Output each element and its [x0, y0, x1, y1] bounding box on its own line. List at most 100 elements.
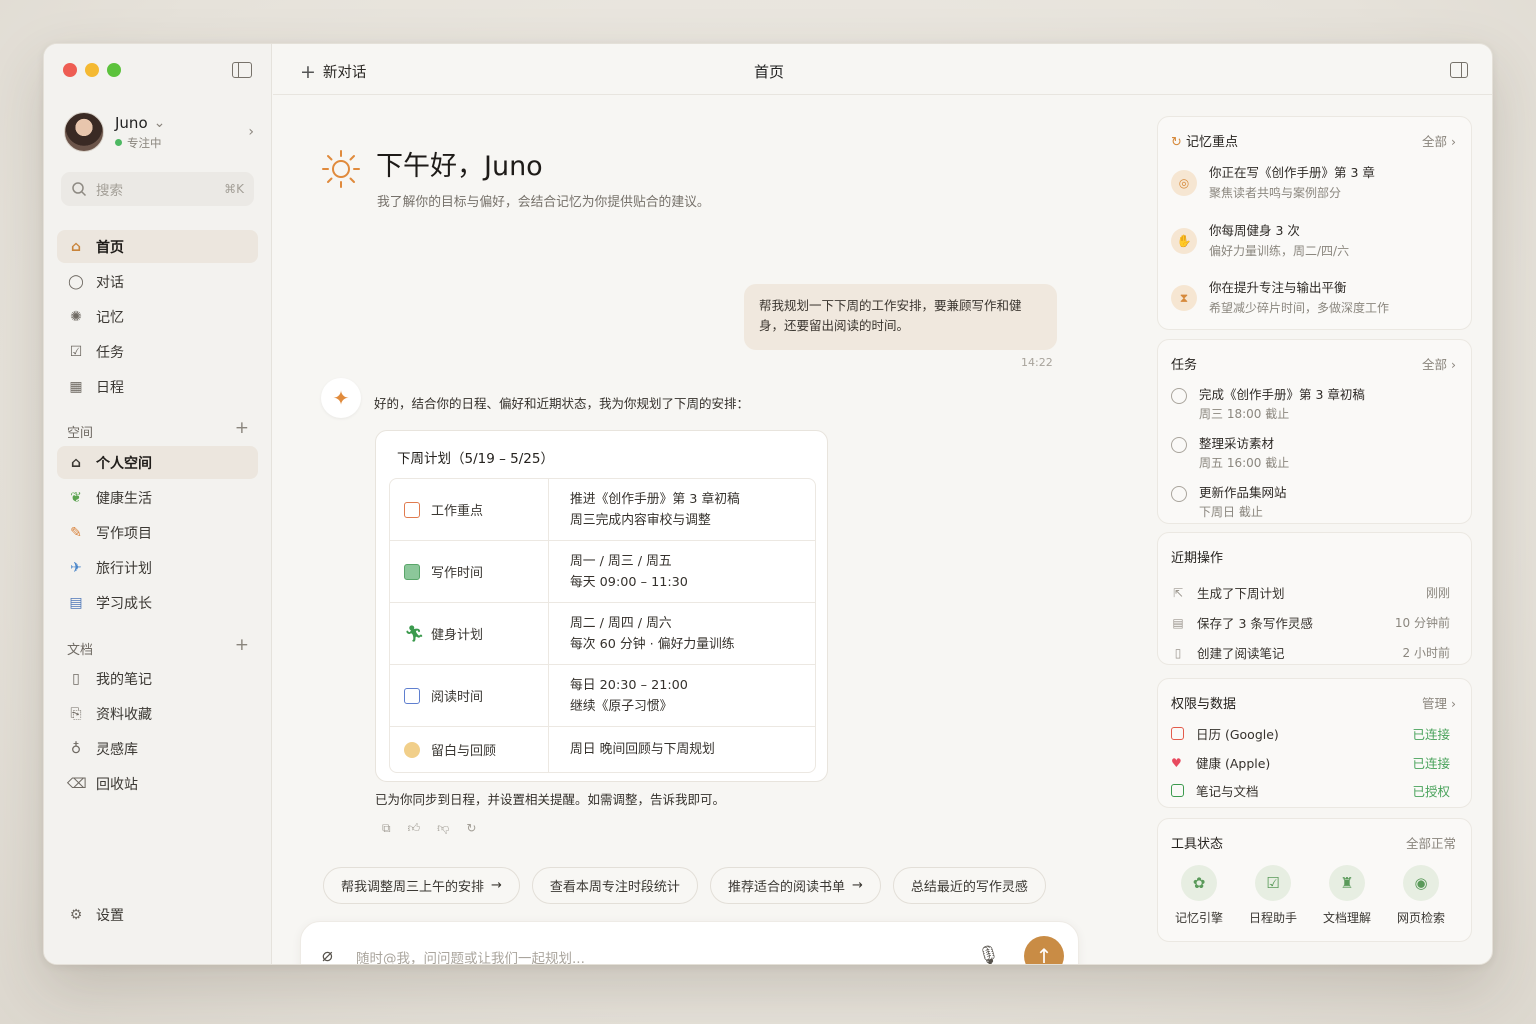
memory-item[interactable]: ◎ 你正在写《创作手册》第 3 章聚焦读者共鸣与案例部分 [1171, 163, 1375, 204]
minimize-window-button[interactable] [85, 63, 99, 77]
plan-table: 工作重点 推进《创作手册》第 3 章初稿 周三完成内容审校与调整 写作时间 周一 … [389, 478, 816, 773]
task-checkbox[interactable] [1171, 388, 1187, 404]
thumbs-up-icon[interactable]: 👍︎ [408, 821, 421, 836]
tool-memory-engine[interactable]: ✿ 记忆引擎 [1162, 865, 1236, 926]
recent-item[interactable]: ▯ 创建了阅读笔记 2 小时前 [1171, 643, 1450, 662]
add-doc-button[interactable]: + [235, 637, 249, 658]
assistant-intro: 好的，结合你的日程、偏好和近期状态，我为你规划了下周的安排： [374, 396, 750, 411]
task-checkbox[interactable] [1171, 437, 1187, 453]
task-checkbox[interactable] [1171, 486, 1187, 502]
task-item[interactable]: 更新作品集网站 下周日 截止 [1171, 483, 1287, 522]
memory-item[interactable]: ✋ 你每周健身 3 次偏好力量训练，周二/四/六 [1171, 221, 1349, 262]
permission-item[interactable]: 笔记与文档 已授权 [1171, 781, 1450, 800]
suggestion-chip[interactable]: 总结最近的写作灵感 [892, 867, 1046, 904]
composer-input[interactable]: 随时@我，问问题或让我们一起规划... [356, 947, 585, 964]
permission-item[interactable]: ♥ 健康 (Apple) 已连接 [1171, 753, 1450, 772]
doc-item-notes[interactable]: ▯ 我的笔记 [57, 662, 258, 695]
task-title: 整理采访素材 [1199, 436, 1275, 451]
microphone-icon[interactable]: 🎙︎ [977, 945, 1000, 964]
app-window: Juno ⌄ 专注中 › 搜索 ⌘K ⌂ 首页 ◯ 对话 ✺ 记忆 ☑ 任务 ▦ 日程 空间… [43, 43, 1493, 965]
settings-button[interactable]: ⚙ 设置 [67, 905, 124, 925]
task-item[interactable]: 整理采访素材 周五 16:00 截止 [1171, 434, 1289, 473]
docs-title: 文档 [67, 643, 94, 658]
plan-row-line1: 周二 / 周四 / 周六 [570, 615, 672, 631]
add-space-button[interactable]: + [235, 420, 249, 441]
memory-view-all[interactable]: 全部 › [1422, 131, 1456, 150]
space-item-learning[interactable]: ▤ 学习成长 [57, 586, 258, 619]
open-book-icon [404, 687, 420, 704]
profile-status: 专注中 [127, 135, 162, 150]
doc-item-trash[interactable]: ⌫ 回收站 [57, 767, 258, 800]
arrow-right-icon: → [491, 878, 502, 893]
nav-item-chat[interactable]: ◯ 对话 [57, 265, 258, 298]
hourglass-icon: ⧗ [1171, 285, 1197, 311]
permission-state: 已授权 [1412, 784, 1450, 799]
recent-item[interactable]: ⇱ 生成了下周计划 刚刚 [1171, 583, 1450, 602]
recent-time: 2 小时前 [1402, 646, 1450, 660]
tool-schedule-assistant[interactable]: ☑ 日程助手 [1236, 865, 1310, 926]
plan-row-line1: 推进《创作手册》第 3 章初稿 [570, 491, 740, 507]
permission-item[interactable]: 日历 (Google) 已连接 [1171, 724, 1450, 743]
nav-item-home[interactable]: ⌂ 首页 [57, 230, 258, 263]
chevron-down-icon: ⌄ [153, 114, 166, 131]
plan-row-line1: 每日 20:30 – 21:00 [570, 677, 688, 693]
calendar-icon: ▦ [69, 378, 83, 395]
permission-label: 健康 (Apple) [1196, 756, 1271, 771]
doc-item-inspiration[interactable]: ♁ 灵感库 [57, 732, 258, 765]
sidebar-toggle-icon[interactable] [232, 62, 252, 78]
recent-label: 保存了 3 条写作灵感 [1197, 616, 1313, 631]
space-item-personal[interactable]: ⌂ 个人空间 [57, 446, 258, 479]
suggestion-chip[interactable]: 帮我调整周三上午的安排 → [323, 867, 520, 904]
tool-web-search[interactable]: ◉ 网页检索 [1384, 865, 1458, 926]
profile-switcher[interactable]: Juno ⌄ 专注中 › [64, 110, 254, 154]
space-item-writing[interactable]: ✎ 写作项目 [57, 516, 258, 549]
message-actions: ⧉ 👍︎ 👎︎ ↻ [382, 821, 476, 836]
copy-icon[interactable]: ⧉ [382, 821, 391, 836]
nav-item-memory[interactable]: ✺ 记忆 [57, 300, 258, 333]
recent-label: 创建了阅读笔记 [1197, 646, 1285, 661]
space-item-health[interactable]: ❦ 健康生活 [57, 481, 258, 514]
note-icon: ▤ [1172, 615, 1184, 630]
space-item-travel[interactable]: ✈ 旅行计划 [57, 551, 258, 584]
nav-label: 首页 [96, 239, 124, 256]
doc-item-collection[interactable]: ⎘ 资料收藏 [57, 697, 258, 730]
right-panel-toggle-icon[interactable] [1450, 62, 1468, 78]
permissions-card: 权限与数据 管理 › 日历 (Google) 已连接 ♥ 健康 (Apple) 已连接… [1157, 678, 1472, 808]
memory-item-title: 你正在写《创作手册》第 3 章 [1209, 165, 1375, 180]
task-item[interactable]: 完成《创作手册》第 3 章初稿 周三 18:00 截止 [1171, 385, 1365, 424]
plan-row-line2: 每次 60 分钟 · 偏好力量训练 [570, 636, 735, 652]
plan-row: 留白与回顾 周日 晚间回顾与下周规划 [390, 727, 815, 772]
heart-icon: ♥ [1171, 755, 1182, 770]
close-window-button[interactable] [63, 63, 77, 77]
refresh-icon[interactable]: ↻ [466, 821, 476, 836]
tool-label: 文档理解 [1322, 911, 1371, 925]
recent-item[interactable]: ▤ 保存了 3 条写作灵感 10 分钟前 [1171, 613, 1450, 632]
attachment-icon[interactable]: ⌀ [322, 945, 333, 964]
memory-item-sub: 聚焦读者共鸣与案例部分 [1209, 186, 1342, 200]
greeting-subtitle: 我了解你的目标与偏好，会结合记忆为你提供贴合的建议。 [377, 195, 710, 210]
plan-row-line2: 周三完成内容审校与调整 [570, 512, 711, 528]
suggestion-chip[interactable]: 推荐适合的阅读书单 → [709, 867, 881, 904]
task-due: 周三 18:00 截止 [1199, 407, 1290, 421]
trash-icon: ⌫ [67, 775, 87, 792]
memory-item[interactable]: ⧗ 你在提升专注与输出平衡 希望减少碎片时间，多做深度工作 [1171, 278, 1389, 319]
space-label: 个人空间 [96, 455, 152, 472]
permissions-manage[interactable]: 管理 › [1422, 693, 1456, 712]
recent-label: 生成了下周计划 [1197, 586, 1285, 601]
nav-label: 记忆 [96, 309, 124, 326]
nav-item-schedule[interactable]: ▦ 日程 [57, 370, 258, 403]
plan-row-line1: 周日 晚间回顾与下周规划 [570, 742, 715, 757]
search-input[interactable]: 搜索 ⌘K [61, 172, 254, 206]
tool-label: 记忆引擎 [1174, 911, 1223, 925]
recent-title: 近期操作 [1171, 551, 1224, 566]
thumbs-down-icon[interactable]: 👎︎ [437, 821, 449, 836]
notes-icon [1171, 784, 1184, 797]
nav-item-tasks[interactable]: ☑ 任务 [57, 335, 258, 368]
plan-row: 工作重点 推进《创作手册》第 3 章初稿 周三完成内容审校与调整 [390, 479, 815, 541]
tool-doc-understanding[interactable]: ♜ 文档理解 [1310, 865, 1384, 926]
suggestion-chip[interactable]: 查看本周专注时段统计 [531, 867, 698, 904]
maximize-window-button[interactable] [107, 63, 121, 77]
tasks-view-all[interactable]: 全部 › [1422, 354, 1456, 373]
tools-card: 工具状态 全部正常 ✿ 记忆引擎 ☑ 日程助手 ♜ 文档理解 ◉ 网页检索 [1157, 818, 1472, 942]
send-button[interactable]: ↑ [1024, 936, 1064, 964]
